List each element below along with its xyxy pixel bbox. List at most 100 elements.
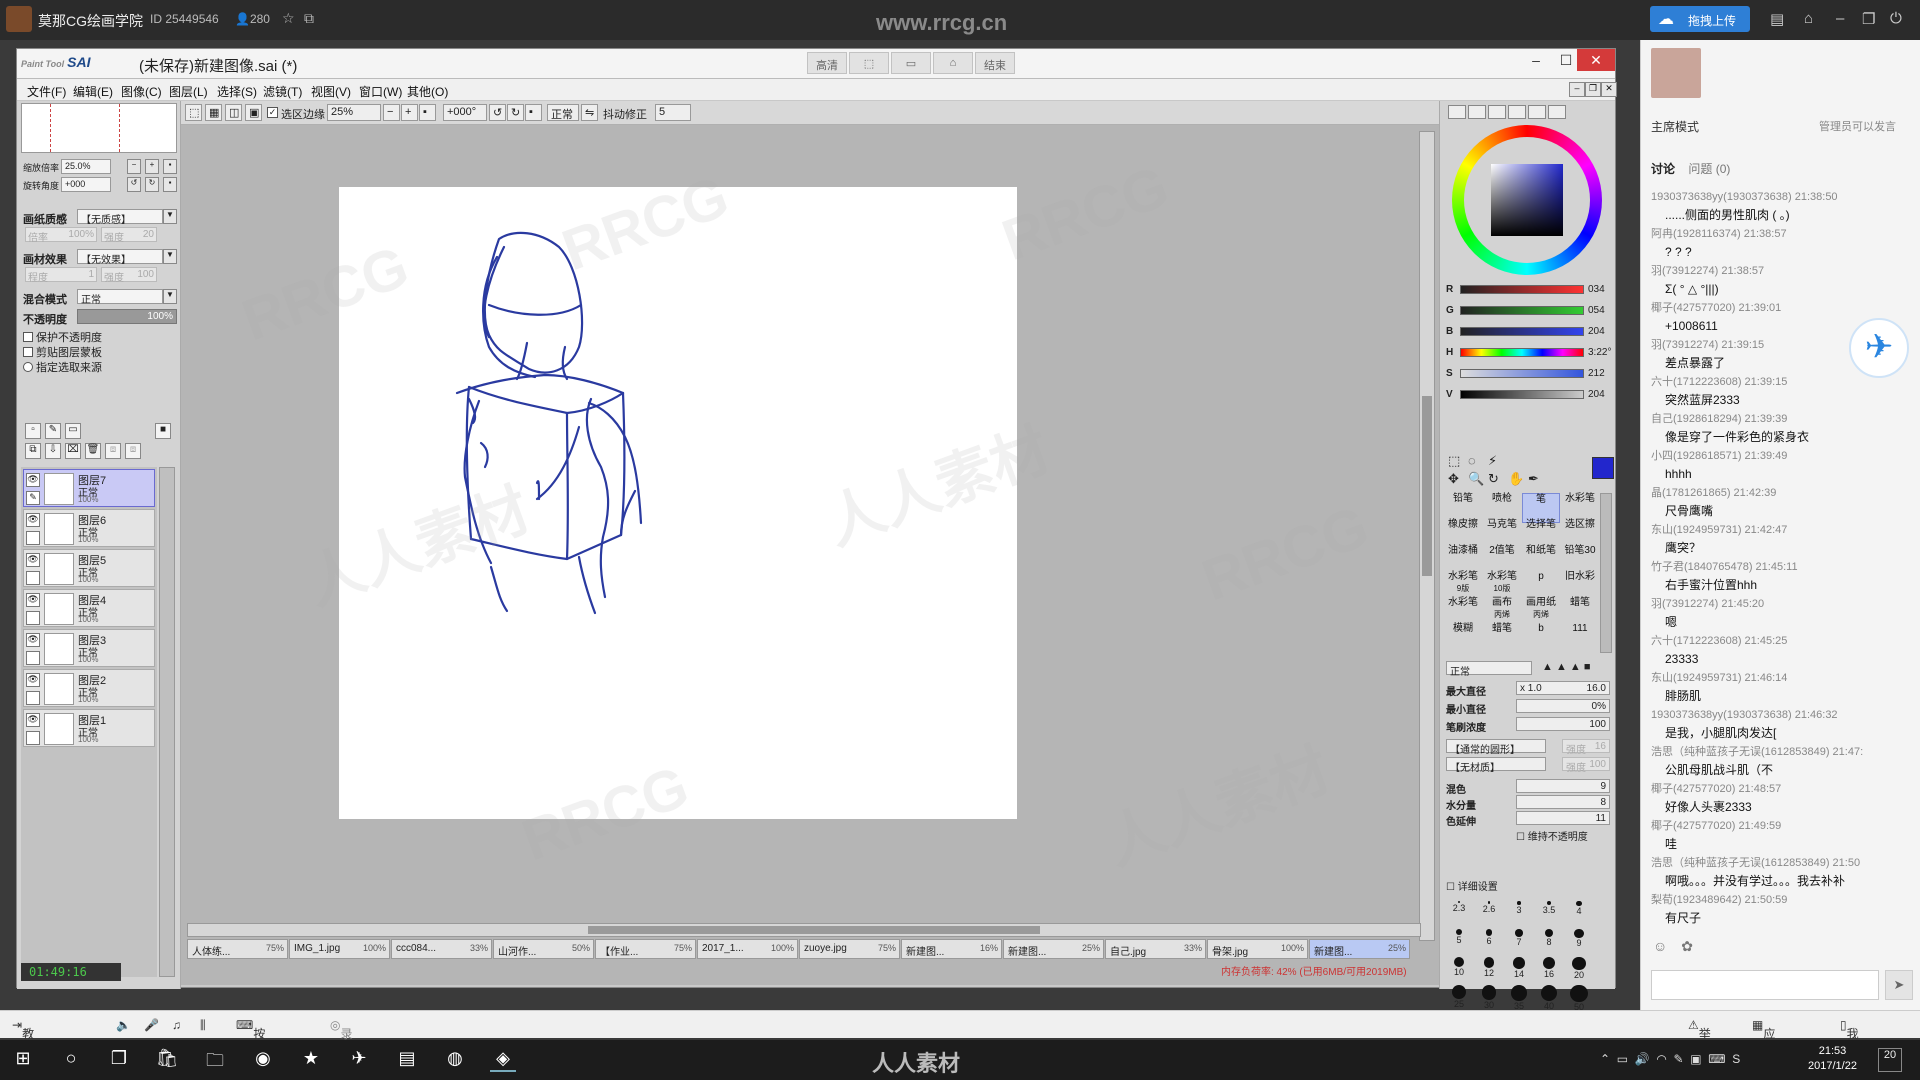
menu-view[interactable]: 视图(V) — [311, 83, 351, 100]
lock-icon[interactable] — [26, 611, 40, 625]
flower-icon[interactable]: ✿ — [1681, 938, 1693, 954]
start-windows-icon[interactable]: ⊞ — [10, 1048, 36, 1072]
zoom-in-button[interactable]: + — [401, 104, 418, 121]
bird-mascot-icon[interactable]: ✈ — [1849, 318, 1909, 378]
rotate-left-button[interactable]: ↺ — [489, 104, 506, 121]
pinned-app-flag-icon[interactable]: ▤ — [394, 1048, 420, 1072]
skin-icon[interactable]: ⌂ — [1804, 10, 1813, 27]
lock-icon[interactable] — [26, 731, 40, 745]
menu-window[interactable]: 窗口(W) — [359, 83, 402, 100]
brush-tool-slot[interactable]: b — [1522, 623, 1560, 653]
menu-image[interactable]: 图像(C) — [121, 83, 162, 100]
window-list-icon[interactable]: ▤ — [1770, 10, 1784, 28]
system-clock[interactable]: 21:53 2017/1/22 — [1808, 1044, 1857, 1074]
blending-slider[interactable]: 9 — [1516, 779, 1610, 793]
color-slider-g[interactable]: G 054 — [1446, 304, 1612, 318]
scroll-thumb[interactable] — [1422, 396, 1432, 576]
music-icon[interactable]: ♫ — [172, 1018, 181, 1032]
brush-size-preset[interactable]: 9 — [1564, 927, 1594, 951]
flip-button[interactable]: ⇋ — [581, 104, 598, 121]
zoom-plus-button[interactable]: + — [145, 159, 159, 174]
color-slider-h[interactable]: H 3:22° — [1446, 346, 1612, 360]
equalizer-icon[interactable]: ⫼ — [200, 1018, 206, 1033]
region-button[interactable]: ⬚ — [849, 52, 889, 74]
layer-mask-icon[interactable]: ■ — [155, 423, 171, 439]
speaker-icon[interactable]: 🔈 — [116, 1018, 131, 1032]
rotate-reset-button[interactable]: ▪ — [163, 177, 177, 192]
layer-item[interactable]: 👁 图层1 正常 100% — [23, 709, 155, 747]
scratchpad-mode-button[interactable] — [1548, 105, 1566, 119]
view-mode-select[interactable]: 正常 — [547, 104, 579, 121]
opacity-slider[interactable]: 100% — [77, 309, 177, 324]
dilution-slider[interactable]: 8 — [1516, 795, 1610, 809]
canvas-vertical-scrollbar[interactable] — [1419, 131, 1435, 941]
preserve-opacity-checkbox[interactable]: 保护不透明度 — [23, 329, 102, 345]
mdi-restore-button[interactable]: ❐ — [1585, 82, 1601, 97]
drawing-canvas[interactable] — [339, 187, 1017, 819]
color-wheel[interactable] — [1452, 125, 1602, 275]
brush-size-preset[interactable]: 16 — [1534, 955, 1564, 979]
pen-icon[interactable]: ✎ — [1674, 1052, 1684, 1066]
rotate-reset-button[interactable]: ▪ — [525, 104, 542, 121]
copy-layer-icon[interactable]: ⧉ — [25, 443, 41, 459]
document-tab[interactable]: zuoye.jpg 75% — [799, 939, 900, 959]
visibility-eye-icon[interactable]: 👁 — [26, 713, 40, 727]
sai-close-button[interactable]: ✕ — [1577, 49, 1615, 71]
merge-down-icon[interactable]: ⇩ — [45, 443, 61, 459]
network-icon[interactable]: ◠ — [1656, 1052, 1666, 1066]
show-selection-button[interactable]: ▣ — [245, 104, 262, 121]
pinned-app-owl-icon[interactable]: ◈ — [490, 1048, 516, 1072]
document-tab[interactable]: 2017_1... 100% — [697, 939, 798, 959]
share-icon[interactable]: ⧉ — [304, 10, 314, 27]
detail-settings-checkbox[interactable]: ☐ 详细设置 — [1446, 878, 1498, 893]
pencil-icon[interactable]: ✎ — [26, 491, 40, 505]
document-tab[interactable]: ccc084... 33% — [391, 939, 492, 959]
navigator-preview[interactable] — [21, 103, 177, 153]
selection-source-checkbox[interactable]: 指定选取来源 — [23, 359, 102, 375]
mixer-mode-button[interactable] — [1528, 105, 1546, 119]
chevron-down-icon[interactable]: ▼ — [163, 249, 177, 264]
brush-tool-slot[interactable]: 蜡笔 — [1483, 623, 1521, 653]
zoom-out-button[interactable]: − — [383, 104, 400, 121]
restore-icon[interactable]: ❐ — [1862, 10, 1875, 28]
brush-size-preset[interactable]: 25 — [1444, 983, 1474, 1009]
hsv-slider-mode-button[interactable] — [1488, 105, 1506, 119]
browser-icon[interactable]: ◉ — [250, 1048, 276, 1072]
chat-input[interactable] — [1651, 970, 1879, 1000]
color-slider-v[interactable]: V 204 — [1446, 388, 1612, 402]
brush-size-preset[interactable]: 2.3 — [1444, 899, 1474, 923]
move-icon[interactable]: ✥ — [1448, 471, 1459, 487]
new-linework-layer-icon[interactable]: ✎ — [45, 423, 61, 439]
rotate-cw-button[interactable]: ↻ — [145, 177, 159, 192]
brush-size-preset[interactable]: 12 — [1474, 955, 1504, 979]
rotate-ccw-button[interactable]: ↺ — [127, 177, 141, 192]
pinned-app-bird-icon[interactable]: ✈ — [346, 1048, 372, 1072]
lock-icon[interactable] — [26, 531, 40, 545]
paint-effect-select[interactable]: 【无效果】 — [77, 249, 163, 266]
visibility-eye-icon[interactable]: 👁 — [26, 513, 40, 527]
brush-shape-buttons[interactable]: ▲ ▲ ▲ ■ — [1542, 661, 1590, 673]
minimize-icon[interactable]: – — [1836, 10, 1844, 27]
power-icon[interactable]: ⏻ — [1890, 10, 1902, 27]
zoom-icon[interactable]: 🔍 — [1468, 471, 1484, 487]
lock-icon[interactable] — [26, 691, 40, 705]
chevron-down-icon[interactable]: ▼ — [163, 289, 177, 304]
document-tab[interactable]: 人体练... 75% — [187, 939, 288, 959]
classroom-list-button[interactable]: ⇥ 教室列表 — [12, 1018, 34, 1080]
layer-item[interactable]: 👁 ✎ 图层7 正常 100% — [23, 469, 155, 507]
navigator-viewport[interactable] — [50, 104, 120, 152]
visibility-eye-icon[interactable]: 👁 — [26, 633, 40, 647]
rotate-field[interactable]: +000 — [61, 177, 111, 192]
app-center-button[interactable]: ▦ 应用中心 — [1752, 1018, 1775, 1080]
current-color-swatch[interactable] — [1592, 457, 1614, 479]
file-explorer-icon[interactable]: 🗀 — [202, 1048, 228, 1072]
store-icon[interactable]: 🛍 — [154, 1048, 180, 1072]
end-button[interactable]: 结束 — [975, 52, 1015, 74]
zoom-fit-button[interactable]: ▪ — [163, 159, 177, 174]
search-icon[interactable]: ○ — [58, 1048, 84, 1072]
deselect-button[interactable]: ⬚ — [185, 104, 202, 121]
menu-edit[interactable]: 编辑(E) — [73, 83, 113, 100]
mdi-close-button[interactable]: ✕ — [1601, 82, 1617, 97]
select-all-button[interactable]: ▦ — [205, 104, 222, 121]
document-tab-active[interactable]: 新建图... 25% — [1309, 939, 1410, 959]
